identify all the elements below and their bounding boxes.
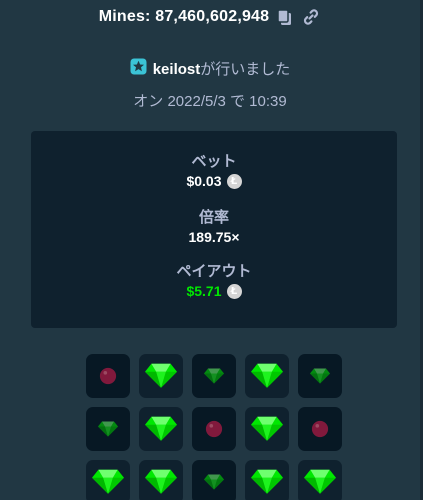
mine-tile[interactable] <box>298 460 342 500</box>
gem-icon <box>145 363 177 389</box>
bet-stats-box: ベット $0.03 Ł 倍率 189.75× ペイアウト $5.71 Ł <box>31 131 397 328</box>
multiplier-value: 189.75× <box>188 229 240 245</box>
copy-icon[interactable] <box>275 7 295 27</box>
mine-tile[interactable] <box>139 354 183 398</box>
mine-tile[interactable] <box>192 407 236 451</box>
litecoin-icon: Ł <box>226 283 242 299</box>
mine-tile[interactable] <box>139 407 183 451</box>
gem-icon <box>98 421 118 437</box>
mine-icon <box>311 420 329 438</box>
gem-icon <box>251 416 283 442</box>
gem-icon <box>145 416 177 442</box>
vip-star-icon <box>130 58 147 79</box>
payout-label: ペイアウト <box>176 263 252 280</box>
mine-icon <box>205 420 223 438</box>
bet-stat: ベット $0.03 Ł <box>31 152 397 190</box>
gem-icon <box>145 469 177 495</box>
mine-tile[interactable] <box>298 407 342 451</box>
mine-icon <box>99 367 117 385</box>
mine-tile[interactable] <box>298 354 342 398</box>
mine-tile[interactable] <box>245 407 289 451</box>
payout-stat: ペイアウト $5.71 Ł <box>31 262 397 300</box>
multiplier-stat: 倍率 189.75× <box>31 208 397 246</box>
mine-tile[interactable] <box>139 460 183 500</box>
mine-tile[interactable] <box>86 460 130 500</box>
mine-tile[interactable] <box>192 354 236 398</box>
mine-tile[interactable] <box>192 460 236 500</box>
gem-icon <box>251 469 283 495</box>
multiplier-value-row: 189.75× <box>31 228 397 246</box>
bet-title: Mines: 87,460,602,948 <box>98 8 270 25</box>
mine-tile[interactable] <box>86 407 130 451</box>
bet-details-panel: Mines: 87,460,602,948 keilostが行いました オン 2… <box>0 0 420 500</box>
payout-value-row: $5.71 Ł <box>31 282 397 300</box>
mine-tile[interactable] <box>245 354 289 398</box>
bet-value-row: $0.03 Ł <box>31 172 397 190</box>
link-icon[interactable] <box>301 7 321 27</box>
gem-icon <box>310 368 330 384</box>
litecoin-icon: Ł <box>226 173 242 189</box>
mine-tile[interactable] <box>86 354 130 398</box>
username-link[interactable]: keilost <box>153 61 201 78</box>
bet-header: Mines: 87,460,602,948 <box>0 5 420 29</box>
bet-value: $0.03 <box>186 173 222 189</box>
gem-icon <box>92 469 124 495</box>
placed-by-line: keilostが行いました <box>0 58 420 78</box>
multiplier-label: 倍率 <box>198 209 229 226</box>
bet-label: ベット <box>191 153 237 170</box>
placed-by-text: が行いました <box>200 60 291 78</box>
payout-value: $5.71 <box>186 283 222 299</box>
gem-icon <box>204 474 224 490</box>
bet-date: オン 2022/5/3 で 10:39 <box>133 93 287 110</box>
gem-icon <box>204 368 224 384</box>
mine-tile[interactable] <box>245 460 289 500</box>
gem-icon <box>304 469 336 495</box>
gem-icon <box>251 363 283 389</box>
